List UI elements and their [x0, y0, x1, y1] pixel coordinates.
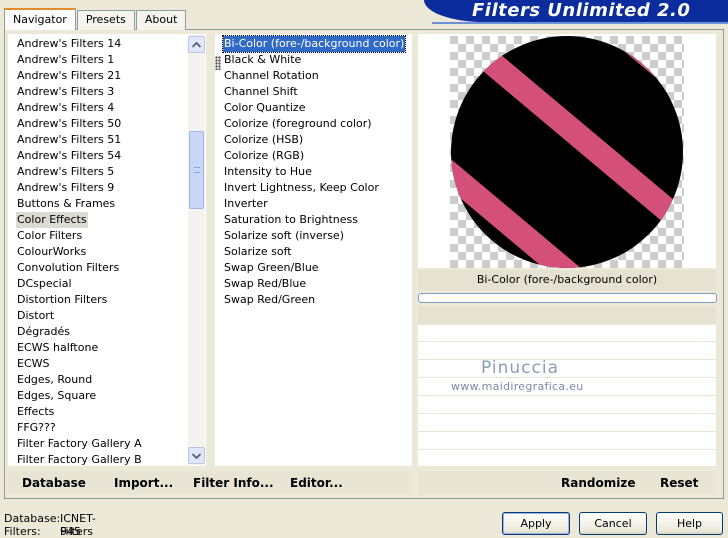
- category-item[interactable]: Dégradés: [16, 324, 71, 340]
- database-button[interactable]: Database: [22, 476, 86, 490]
- apply-button[interactable]: Apply: [502, 512, 570, 535]
- filter-item[interactable]: Color Quantize: [223, 100, 306, 116]
- category-item[interactable]: Andrew's Filters 51: [16, 132, 122, 148]
- category-item[interactable]: FFG???: [16, 420, 57, 436]
- category-item[interactable]: Andrew's Filters 50: [16, 116, 122, 132]
- chevron-down-icon: [192, 452, 201, 459]
- filter-item[interactable]: Swap Green/Blue: [223, 260, 320, 276]
- editor-button[interactable]: Editor...: [290, 476, 343, 490]
- category-item[interactable]: Andrew's Filters 3: [16, 84, 115, 100]
- filters-status: Filters: 945: [4, 525, 81, 538]
- filter-item[interactable]: Channel Rotation: [223, 68, 320, 84]
- category-scrollbar[interactable]: [188, 35, 205, 465]
- parameter-list: [418, 325, 716, 468]
- help-button[interactable]: Help: [656, 512, 723, 535]
- database-label: Database:: [4, 512, 61, 525]
- app-title: Filters Unlimited 2.0: [472, 0, 691, 21]
- category-item[interactable]: Distortion Filters: [16, 292, 108, 308]
- banner-underline: [432, 22, 728, 24]
- filter-item[interactable]: Bi-Color (fore-/background color): [221, 35, 407, 53]
- preview-image: [450, 36, 684, 268]
- category-item[interactable]: Filter Factory Gallery A: [16, 436, 143, 452]
- filters-label: Filters:: [4, 525, 41, 538]
- parameter-row: [418, 343, 716, 360]
- parameter-row: [418, 397, 716, 414]
- category-list[interactable]: Andrew's Filters 14 Andrew's Filters 1 And…: [8, 34, 206, 466]
- category-item[interactable]: Edges, Round: [16, 372, 93, 388]
- filter-item[interactable]: Colorize (RGB): [223, 148, 305, 164]
- category-item[interactable]: Edges, Square: [16, 388, 97, 404]
- filters-value: 945: [60, 525, 81, 538]
- category-item[interactable]: ColourWorks: [16, 244, 87, 260]
- filter-item[interactable]: Black & White: [223, 52, 302, 68]
- database-status: Database: ICNET-Filters: [4, 512, 96, 538]
- filter-item[interactable]: Channel Shift: [223, 84, 299, 100]
- category-item[interactable]: Buttons & Frames: [16, 196, 116, 212]
- tab-about[interactable]: About: [135, 10, 187, 30]
- watermark-url: www.maidiregrafica.eu: [451, 380, 584, 393]
- category-item[interactable]: Andrew's Filters 1: [16, 52, 115, 68]
- filter-info-button[interactable]: Filter Info...: [193, 476, 274, 490]
- tab-navigator[interactable]: Navigator: [4, 8, 76, 30]
- parameter-row: [418, 415, 716, 432]
- chevron-up-icon: [192, 41, 201, 48]
- category-item[interactable]: Color Effects: [16, 212, 88, 228]
- category-item[interactable]: Filter Factory Gallery B: [16, 452, 143, 468]
- category-item[interactable]: Effects: [16, 404, 55, 420]
- filter-item[interactable]: Saturation to Brightness: [223, 212, 359, 228]
- parameter-header: [418, 306, 716, 324]
- parameter-row: [418, 325, 716, 342]
- filter-item[interactable]: Colorize (foreground color): [223, 116, 373, 132]
- filter-item[interactable]: Inverter: [223, 196, 269, 212]
- filter-item[interactable]: Intensity to Hue: [223, 164, 313, 180]
- grip-icon: [194, 167, 200, 173]
- filter-list[interactable]: Bi-Color (fore-/background color) Black &…: [215, 34, 412, 466]
- preview-panel: [418, 34, 716, 268]
- category-item[interactable]: ECWS: [16, 356, 51, 372]
- preview-caption: Bi-Color (fore-/background color): [418, 270, 716, 290]
- parameter-row: [418, 451, 716, 468]
- filter-item[interactable]: Colorize (HSB): [223, 132, 304, 148]
- category-item[interactable]: Convolution Filters: [16, 260, 120, 276]
- category-item[interactable]: DCspecial: [16, 276, 73, 292]
- scroll-down-button[interactable]: [188, 447, 205, 464]
- category-item[interactable]: Andrew's Filters 5: [16, 164, 115, 180]
- category-item[interactable]: Andrew's Filters 4: [16, 100, 115, 116]
- filter-item[interactable]: Swap Red/Blue: [223, 276, 307, 292]
- watermark-name: Pinuccia: [481, 358, 559, 378]
- tab-presets[interactable]: Presets: [76, 10, 135, 30]
- category-item[interactable]: Andrew's Filters 21: [16, 68, 122, 84]
- category-item[interactable]: ECWS halftone: [16, 340, 99, 356]
- cancel-button[interactable]: Cancel: [579, 512, 647, 535]
- right-toolbar: Randomize Reset: [418, 471, 716, 495]
- filter-item[interactable]: Solarize soft (inverse): [223, 228, 345, 244]
- parameter-row: [418, 361, 716, 378]
- category-item[interactable]: Andrew's Filters 14: [16, 36, 122, 52]
- category-item[interactable]: Andrew's Filters 54: [16, 148, 122, 164]
- drag-handle-icon: [215, 56, 221, 70]
- left-toolbar: Database Import... Filter Info... Editor…: [8, 471, 412, 495]
- progress-bar: [418, 293, 717, 303]
- category-item[interactable]: Color Filters: [16, 228, 83, 244]
- category-item[interactable]: Andrew's Filters 9: [16, 180, 115, 196]
- reset-button[interactable]: Reset: [660, 476, 698, 490]
- category-item[interactable]: Distort: [16, 308, 55, 324]
- randomize-button[interactable]: Randomize: [561, 476, 635, 490]
- scroll-thumb[interactable]: [189, 131, 204, 209]
- filter-item[interactable]: Swap Red/Green: [223, 292, 316, 308]
- filter-item[interactable]: Solarize soft: [223, 244, 293, 260]
- filter-item[interactable]: Invert Lightness, Keep Color: [223, 180, 380, 196]
- import-button[interactable]: Import...: [114, 476, 173, 490]
- parameter-row: [418, 433, 716, 450]
- scroll-up-button[interactable]: [188, 36, 205, 53]
- tab-strip: Navigator Presets About: [4, 8, 187, 30]
